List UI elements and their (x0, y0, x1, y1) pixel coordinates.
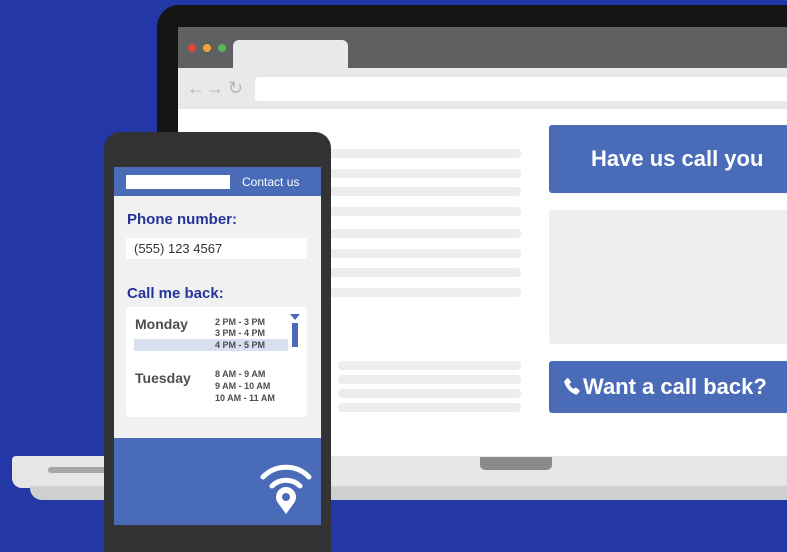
placeholder-text-line (328, 149, 521, 158)
browser-tab-bar (178, 27, 787, 68)
placeholder-text-line (328, 207, 521, 216)
placeholder-text-line (328, 288, 521, 297)
phone-number-field[interactable]: (555) 123 4567 (126, 238, 307, 259)
time-slot[interactable]: 9 AM - 10 AM (215, 381, 270, 392)
placeholder-text-line (328, 249, 521, 258)
have-us-call-you-label: Have us call you (591, 146, 764, 171)
url-bar[interactable] (255, 77, 787, 101)
time-slot[interactable]: 8 AM - 9 AM (215, 369, 265, 380)
phone-search-field[interactable] (126, 175, 230, 189)
wifi-location-icon (260, 464, 312, 514)
scrollbar-thumb[interactable] (292, 323, 298, 347)
phone-icon (564, 378, 580, 395)
placeholder-text-line (328, 169, 521, 178)
laptop-hinge-notch (480, 457, 552, 470)
placeholder-text-line (328, 229, 521, 238)
want-a-call-back-label: Want a call back? (583, 374, 767, 399)
content-panel (549, 210, 787, 344)
placeholder-text-line (328, 187, 521, 196)
close-window-dot[interactable] (188, 44, 196, 52)
maximize-window-dot[interactable] (218, 44, 226, 52)
placeholder-text-line (338, 403, 521, 412)
day-label-monday: Monday (135, 316, 188, 332)
callback-schedule: Monday 2 PM - 3 PM 3 PM - 4 PM 4 PM - 5 … (126, 307, 307, 417)
have-us-call-you-button[interactable]: Have us call you (549, 125, 787, 193)
call-me-back-label: Call me back: (127, 285, 224, 302)
reload-icon[interactable]: ↻ (228, 75, 243, 101)
want-a-call-back-button[interactable]: Want a call back? (549, 361, 787, 413)
contact-us-link[interactable]: Contact us (242, 174, 299, 190)
phone-header: Contact us (114, 167, 321, 196)
placeholder-text-line (328, 268, 521, 277)
back-arrow-icon[interactable]: ← (187, 75, 205, 101)
day-label-tuesday: Tuesday (135, 370, 191, 386)
placeholder-text-line (338, 361, 521, 370)
browser-tab[interactable] (233, 40, 348, 68)
minimize-window-dot[interactable] (203, 44, 211, 52)
time-slot[interactable]: 2 PM - 3 PM (215, 317, 265, 328)
time-slot-selected[interactable]: 4 PM - 5 PM (215, 340, 265, 351)
time-slot[interactable]: 10 AM - 11 AM (215, 393, 275, 404)
placeholder-text-line (338, 375, 521, 384)
scroll-down-arrow-icon[interactable] (290, 314, 300, 320)
laptop-port (48, 467, 108, 473)
placeholder-text-line (338, 389, 521, 398)
time-slot[interactable]: 3 PM - 4 PM (215, 328, 265, 339)
phone-screen: Contact us Phone number: (555) 123 4567 … (114, 167, 321, 525)
forward-arrow-icon[interactable]: → (206, 75, 224, 101)
phone-footer (114, 438, 321, 525)
phone-number-label: Phone number: (127, 211, 238, 228)
